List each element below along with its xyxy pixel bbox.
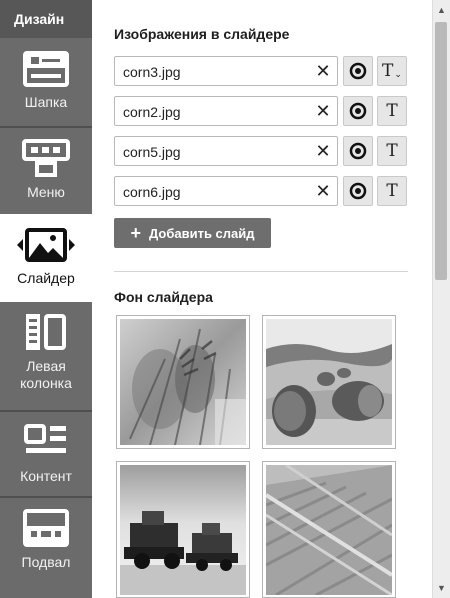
eye-icon	[349, 142, 367, 160]
slide-filename: corn6.jpg	[123, 184, 181, 200]
left-column-icon	[26, 314, 66, 350]
visibility-toggle-button[interactable]	[343, 136, 373, 166]
wheat-closeup-image	[120, 319, 246, 445]
footer-layout-icon	[23, 509, 69, 547]
sidebar-item-label: Подвал	[21, 554, 71, 570]
scroll-down-icon[interactable]: ▼	[433, 580, 450, 596]
combine-harvesters-image	[120, 465, 246, 595]
slide-text-button[interactable]: T ⌄	[377, 56, 407, 86]
menu-layout-icon	[22, 139, 70, 177]
bg-thumb-wheat-field[interactable]	[262, 461, 396, 598]
slide-filename-field[interactable]: corn3.jpg ✕	[114, 56, 338, 86]
slide-filename: corn5.jpg	[123, 144, 181, 160]
slide-row: corn6.jpg ✕ T	[114, 176, 410, 206]
sidebar-item-label: Контент	[20, 468, 72, 484]
visibility-toggle-button[interactable]	[343, 96, 373, 126]
wheat-field-image	[266, 465, 392, 595]
scroll-up-icon[interactable]: ▲	[433, 2, 450, 18]
bg-thumb-hay-bales[interactable]	[262, 315, 396, 449]
content-layout-icon	[24, 424, 66, 453]
text-format-icon: T	[386, 181, 398, 201]
header-layout-icon	[23, 51, 69, 87]
sidebar-item-label: Меню	[27, 184, 65, 200]
sidebar-title: Дизайн	[0, 0, 92, 38]
design-sidebar: Дизайн Шапка Меню Слайдер Левая колонка …	[0, 0, 92, 598]
hay-bales-image	[266, 319, 392, 445]
eye-icon	[349, 182, 367, 200]
slide-row: corn5.jpg ✕ T	[114, 136, 410, 166]
slide-row: corn3.jpg ✕ T ⌄	[114, 56, 410, 86]
bg-thumb-combine-harvesters[interactable]	[116, 461, 250, 598]
slider-image-icon	[17, 228, 75, 262]
visibility-toggle-button[interactable]	[343, 176, 373, 206]
vertical-scrollbar[interactable]: ▲ ▼	[432, 0, 450, 598]
slide-filename-field[interactable]: corn6.jpg ✕	[114, 176, 338, 206]
sidebar-item-footer[interactable]: Подвал	[0, 496, 92, 586]
clear-icon[interactable]: ✕	[315, 182, 331, 200]
slide-filename-field[interactable]: corn2.jpg ✕	[114, 96, 338, 126]
sidebar-item-menu[interactable]: Меню	[0, 126, 92, 214]
add-slide-label: Добавить слайд	[148, 225, 255, 241]
slide-text-button[interactable]: T	[377, 176, 407, 206]
slide-text-button[interactable]: T	[377, 136, 407, 166]
slider-background-title: Фон слайдера	[114, 289, 213, 305]
text-format-icon: T	[382, 61, 394, 81]
clear-icon[interactable]: ✕	[315, 62, 331, 80]
slide-filename-field[interactable]: corn5.jpg ✕	[114, 136, 338, 166]
scrollbar-thumb[interactable]	[435, 22, 447, 280]
sidebar-item-label: Шапка	[24, 94, 68, 110]
clear-icon[interactable]: ✕	[315, 102, 331, 120]
text-format-icon: T	[386, 101, 398, 121]
sidebar-item-content[interactable]: Контент	[0, 410, 92, 496]
sidebar-item-left-column[interactable]: Левая колонка	[0, 302, 92, 410]
sidebar-item-slider[interactable]: Слайдер	[0, 214, 92, 302]
sidebar-item-label: Левая колонка	[20, 358, 72, 391]
slider-images-title: Изображения в слайдере	[114, 26, 290, 42]
slide-text-button[interactable]: T	[377, 96, 407, 126]
sidebar-item-header[interactable]: Шапка	[0, 38, 92, 126]
slide-filename: corn2.jpg	[123, 104, 181, 120]
sidebar-item-label: Слайдер	[17, 270, 75, 286]
eye-icon	[349, 62, 367, 80]
chevron-down-icon: ⌄	[394, 68, 402, 79]
visibility-toggle-button[interactable]	[343, 56, 373, 86]
plus-icon: +	[130, 223, 141, 243]
bg-thumb-wheat-closeup[interactable]	[116, 315, 250, 449]
section-divider	[114, 271, 408, 272]
eye-icon	[349, 102, 367, 120]
text-format-icon: T	[386, 141, 398, 161]
slide-filename: corn3.jpg	[123, 64, 181, 80]
clear-icon[interactable]: ✕	[315, 142, 331, 160]
add-slide-button[interactable]: + Добавить слайд	[114, 218, 271, 248]
slide-row: corn2.jpg ✕ T	[114, 96, 410, 126]
slider-settings-panel: Изображения в слайдере corn3.jpg ✕ T ⌄ co…	[92, 0, 432, 598]
